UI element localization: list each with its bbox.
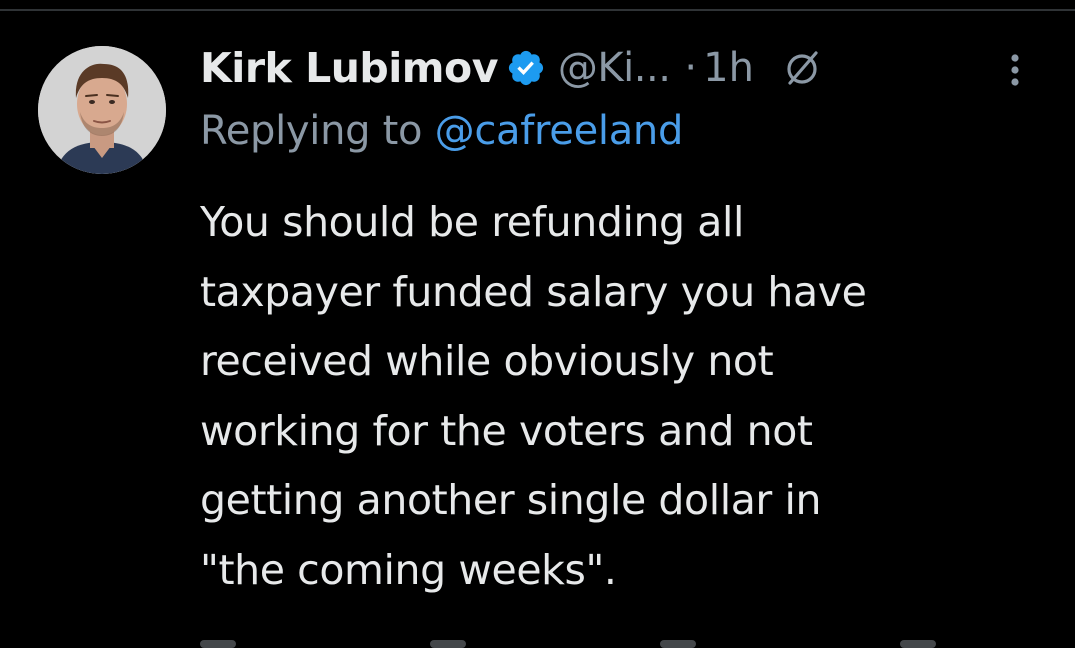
author-handle[interactable]: @Ki... [558,45,671,91]
header-separator: · [684,45,698,91]
repost-icon[interactable] [430,640,466,648]
tweet-text-line: You should be refunding all [200,198,745,246]
avatar[interactable] [38,46,166,174]
tweet-text: You should be refunding all taxpayer fun… [200,188,1060,605]
tweet-text-line: getting another single dollar in [200,476,822,524]
replying-to-prefix: Replying to [200,108,435,154]
verified-badge-icon[interactable] [506,48,546,88]
tweet-text-line: received while obviously not [200,337,774,385]
replying-to-handle[interactable]: @cafreeland [435,108,684,154]
top-divider [0,9,1075,11]
reply-icon[interactable] [200,640,236,648]
tweet-text-line: "the coming weeks". [200,545,617,594]
like-icon[interactable] [660,640,696,648]
avatar-photo [38,46,166,174]
tweet-timestamp[interactable]: 1h [703,45,754,91]
tweet-text-line: taxpayer funded salary you have [200,267,867,316]
more-vertical-icon[interactable] [1004,50,1026,90]
tweet-header: Kirk Lubimov @Ki... · 1h [200,38,822,98]
share-icon[interactable] [900,640,936,648]
replying-to: Replying to @cafreeland [200,108,683,154]
tweet-text-line: working for the voters and not [200,406,813,455]
author-display-name[interactable]: Kirk Lubimov [200,44,498,92]
grok-icon[interactable] [782,48,822,88]
